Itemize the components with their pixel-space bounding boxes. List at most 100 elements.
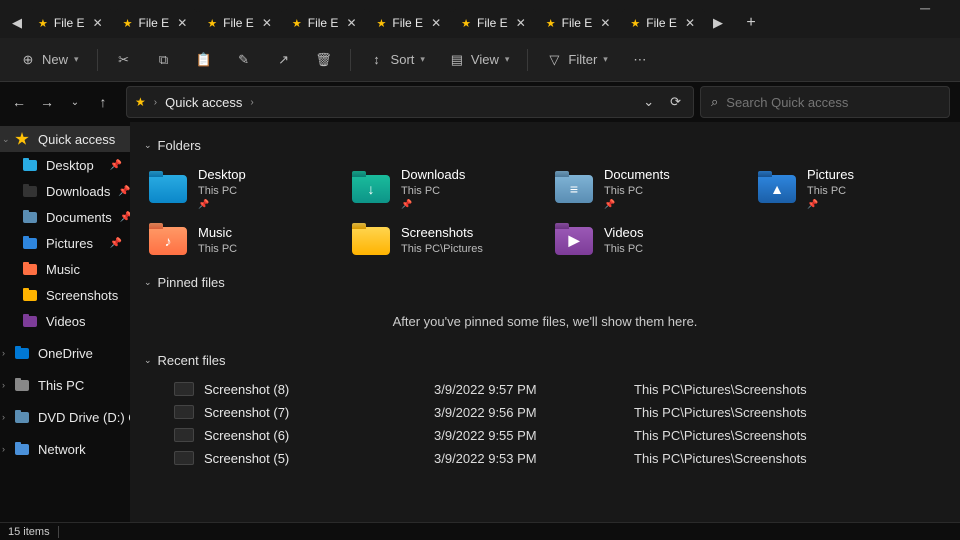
- sidebar-label: Quick access: [38, 132, 115, 147]
- cut-button[interactable]: ✂: [106, 46, 142, 74]
- tab[interactable]: ★File E✕: [284, 9, 367, 37]
- tab-scroll-right[interactable]: ▶: [707, 12, 729, 34]
- sidebar-root-item[interactable]: ›OneDrive: [0, 340, 130, 366]
- chevron-right-icon: ›: [154, 97, 157, 108]
- sidebar-item[interactable]: Downloads📌: [0, 178, 130, 204]
- folder-icon: ≡: [554, 173, 594, 205]
- section-pinned-header[interactable]: ⌄ Pinned files: [144, 275, 946, 290]
- star-icon: ★: [630, 17, 640, 30]
- filter-button[interactable]: ▽ Filter ▾: [536, 46, 617, 74]
- tab[interactable]: ★File E✕: [538, 9, 621, 37]
- folder-icon: ▲: [757, 173, 797, 205]
- caret-icon: ›: [2, 380, 10, 390]
- sidebar-item[interactable]: Pictures📌: [0, 230, 130, 256]
- star-icon: [14, 131, 30, 147]
- chevron-down-icon: ▾: [603, 54, 608, 65]
- delete-button[interactable]: 🗑: [306, 46, 342, 74]
- pin-icon: 📌: [110, 160, 122, 171]
- close-icon[interactable]: ✕: [431, 16, 441, 30]
- tab[interactable]: ★File E✕: [622, 9, 705, 37]
- sidebar-item[interactable]: Music: [0, 256, 130, 282]
- sort-label: Sort: [391, 52, 415, 67]
- folder-card[interactable]: ▶VideosThis PC: [550, 221, 743, 261]
- tab[interactable]: ★File E✕: [30, 9, 113, 37]
- view-button[interactable]: ▤ View ▾: [439, 46, 519, 74]
- sidebar-item[interactable]: Screenshots: [0, 282, 130, 308]
- file-path: This PC\Pictures\Screenshots: [634, 451, 942, 466]
- cut-icon: ✂: [116, 52, 132, 68]
- new-button[interactable]: ⊕ New ▾: [10, 46, 89, 74]
- star-icon: ★: [135, 95, 146, 109]
- recent-file-row[interactable]: Screenshot (8)3/9/2022 9:57 PMThis PC\Pi…: [144, 378, 946, 401]
- folder-card[interactable]: ScreenshotsThis PC\Pictures: [347, 221, 540, 261]
- recent-file-row[interactable]: Screenshot (5)3/9/2022 9:53 PMThis PC\Pi…: [144, 447, 946, 470]
- file-date: 3/9/2022 9:56 PM: [434, 405, 634, 420]
- sidebar-root-item[interactable]: ›Network: [0, 436, 130, 462]
- folder-card[interactable]: ↓DownloadsThis PC📌: [347, 163, 540, 215]
- folder-card[interactable]: ♪MusicThis PC: [144, 221, 337, 261]
- share-button[interactable]: ↗: [266, 46, 302, 74]
- sidebar-root-item[interactable]: ›This PC: [0, 372, 130, 398]
- share-icon: ↗: [276, 52, 292, 68]
- search-box[interactable]: ⌕: [700, 86, 950, 118]
- tab[interactable]: ★File E✕: [369, 9, 452, 37]
- close-icon[interactable]: ✕: [600, 16, 610, 30]
- file-date: 3/9/2022 9:53 PM: [434, 451, 634, 466]
- minimize-icon[interactable]: ─: [920, 0, 930, 16]
- sidebar-root-item[interactable]: ›DVD Drive (D:) CI: [0, 404, 130, 430]
- recent-dropdown[interactable]: ⌄: [66, 97, 84, 108]
- tab-label: File E: [477, 16, 508, 30]
- sidebar-item-label: OneDrive: [38, 346, 93, 361]
- refresh-button[interactable]: ⟳: [666, 94, 685, 110]
- back-button[interactable]: ←: [10, 94, 28, 110]
- pin-icon: 📌: [401, 199, 465, 211]
- address-bar[interactable]: ★ › Quick access › ⌄ ⟳: [126, 86, 694, 118]
- recent-file-row[interactable]: Screenshot (6)3/9/2022 9:55 PMThis PC\Pi…: [144, 424, 946, 447]
- paste-button[interactable]: 📋: [186, 46, 222, 74]
- search-input[interactable]: [726, 95, 939, 110]
- address-dropdown[interactable]: ⌄: [639, 94, 658, 110]
- folder-card[interactable]: ≡DocumentsThis PC📌: [550, 163, 743, 215]
- folder-location: This PC: [198, 242, 237, 256]
- folder-icon: ↓: [351, 173, 391, 205]
- breadcrumb-current[interactable]: Quick access: [165, 95, 242, 110]
- folder-card[interactable]: ▲PicturesThis PC📌: [753, 163, 946, 215]
- tab-scroll-left[interactable]: ◀: [6, 12, 28, 34]
- recent-file-row[interactable]: Screenshot (7)3/9/2022 9:56 PMThis PC\Pi…: [144, 401, 946, 424]
- rename-button[interactable]: ✎: [226, 46, 262, 74]
- content-pane: ⌄ Folders DesktopThis PC📌↓DownloadsThis …: [130, 122, 960, 522]
- close-icon[interactable]: ✕: [685, 16, 695, 30]
- pin-icon: 📌: [110, 238, 122, 249]
- close-icon[interactable]: ✕: [516, 16, 526, 30]
- sidebar-item[interactable]: Documents📌: [0, 204, 130, 230]
- sidebar-item-label: Music: [46, 262, 80, 277]
- new-tab-button[interactable]: +: [737, 9, 765, 37]
- close-icon[interactable]: ✕: [93, 16, 103, 30]
- sidebar-item-label: Videos: [46, 314, 86, 329]
- pin-icon: 📌: [118, 186, 130, 197]
- folder-card[interactable]: DesktopThis PC📌: [144, 163, 337, 215]
- folder-icon: ▶: [554, 225, 594, 257]
- sidebar-item-label: Screenshots: [46, 288, 118, 303]
- sort-button[interactable]: ↕ Sort ▾: [359, 46, 435, 74]
- close-icon[interactable]: ✕: [177, 16, 187, 30]
- section-recent-header[interactable]: ⌄ Recent files: [144, 353, 946, 368]
- titlebar: ─: [0, 0, 960, 8]
- close-icon[interactable]: ✕: [346, 16, 356, 30]
- tab[interactable]: ★File E✕: [199, 9, 282, 37]
- star-icon: ★: [207, 17, 217, 30]
- section-folders-header[interactable]: ⌄ Folders: [144, 138, 946, 153]
- forward-button[interactable]: →: [38, 94, 56, 110]
- rename-icon: ✎: [236, 52, 252, 68]
- tab[interactable]: ★File E✕: [115, 9, 198, 37]
- sidebar-item[interactable]: Videos: [0, 308, 130, 334]
- more-button[interactable]: ⋯: [622, 46, 658, 74]
- copy-button[interactable]: ⧉: [146, 46, 182, 74]
- sidebar-item[interactable]: Desktop📌: [0, 152, 130, 178]
- folder-icon: [22, 287, 38, 303]
- close-icon[interactable]: ✕: [262, 16, 272, 30]
- folder-name: Videos: [604, 225, 644, 242]
- tab[interactable]: ★File E✕: [453, 9, 536, 37]
- up-button[interactable]: ↑: [94, 94, 112, 110]
- sidebar-quick-access[interactable]: ⌄ Quick access: [0, 126, 130, 152]
